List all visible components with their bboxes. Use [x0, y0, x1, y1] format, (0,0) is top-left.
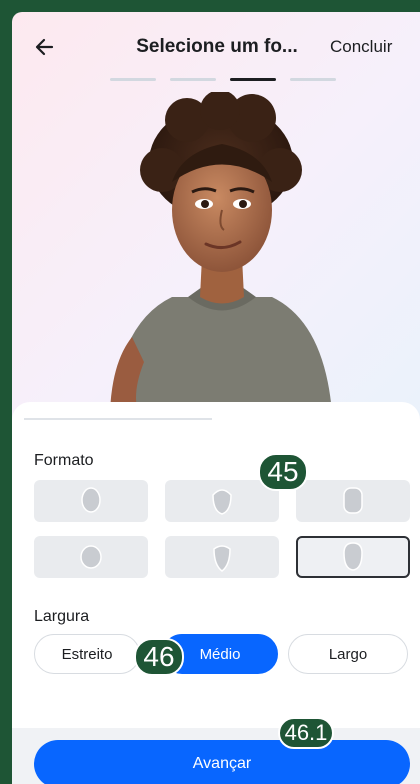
- head-shape-icon: [212, 489, 232, 515]
- step-progress: [110, 78, 336, 81]
- format-option-1[interactable]: [34, 480, 148, 522]
- back-button[interactable]: [30, 32, 60, 62]
- next-button[interactable]: Avançar: [34, 740, 410, 784]
- arrow-left-icon: [35, 38, 54, 56]
- annotation-badge: 45: [258, 453, 308, 491]
- format-option-2[interactable]: [165, 480, 279, 522]
- annotation-badge: 46: [134, 638, 184, 676]
- head-shape-icon: [213, 545, 231, 572]
- avatar-preview: [110, 92, 332, 412]
- page-title: Selecione um fo...: [136, 36, 298, 57]
- width-option-wide[interactable]: Largo: [288, 634, 408, 674]
- header: Selecione um fo... Concluir: [12, 12, 420, 82]
- sheet-tab-indicator: [24, 418, 212, 420]
- progress-step-active: [230, 78, 276, 81]
- head-shape-icon: [80, 545, 102, 569]
- progress-step: [290, 78, 336, 81]
- head-shape-icon: [81, 487, 101, 513]
- format-option-4[interactable]: [34, 536, 148, 578]
- avatar-editor-screen: Selecione um fo... Concluir Formato Larg…: [12, 12, 420, 784]
- format-option-3[interactable]: [296, 480, 410, 522]
- done-button[interactable]: Concluir: [330, 37, 392, 57]
- format-label: Formato: [34, 452, 94, 469]
- progress-step: [110, 78, 156, 81]
- annotation-badge: 46.1: [278, 717, 334, 749]
- head-shape-icon: [343, 542, 363, 571]
- head-shape-icon: [343, 487, 363, 514]
- progress-step: [170, 78, 216, 81]
- format-option-6[interactable]: [296, 536, 410, 578]
- format-option-5[interactable]: [165, 536, 279, 578]
- width-option-narrow[interactable]: Estreito: [34, 634, 140, 674]
- options-sheet: Formato Largura Estreito Médio Largo: [12, 402, 420, 784]
- width-label: Largura: [34, 608, 90, 625]
